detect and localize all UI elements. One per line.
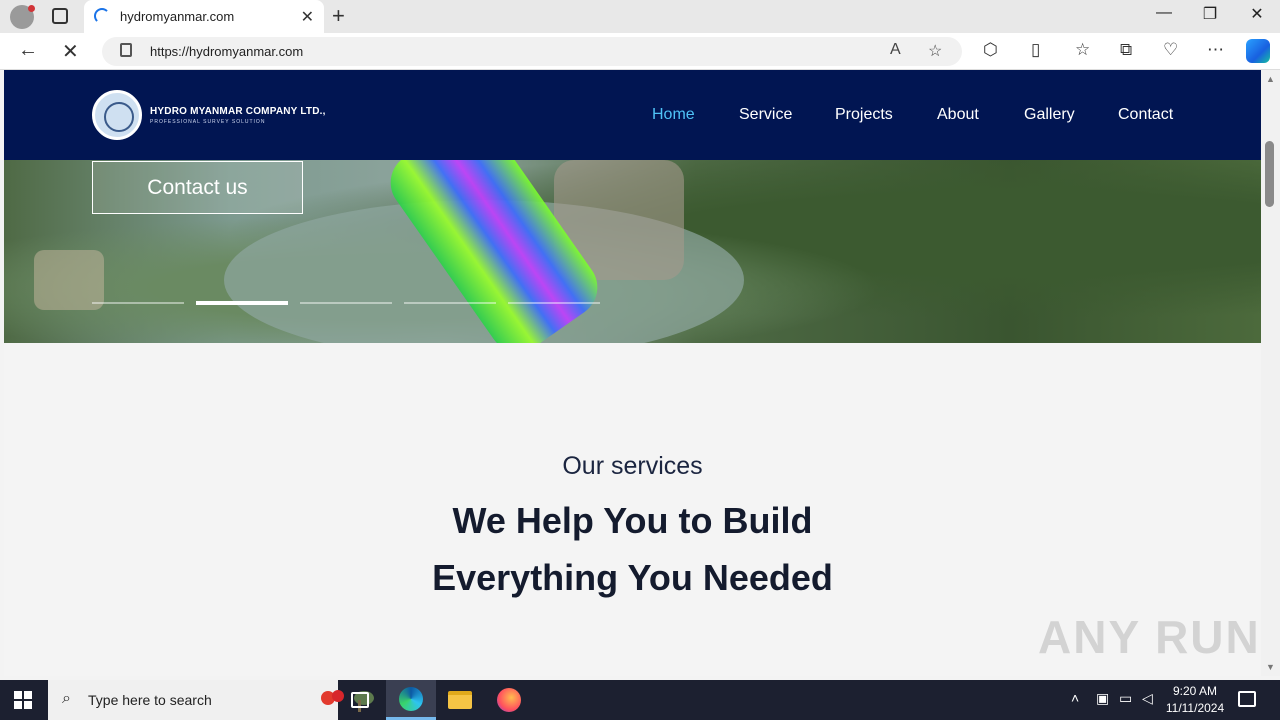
company-tagline: PROFESSIONAL SURVEY SOLUTION [150,119,266,125]
back-arrow-icon[interactable]: ← [18,39,38,62]
browser-tab-bar: hydromyanmar.com ✕ + — ❐ ✕ [0,0,1280,33]
folder-icon [448,691,472,709]
read-aloud-icon[interactable]: A [890,41,901,59]
lock-icon[interactable] [120,43,132,57]
company-name: HYDRO MYANMAR COMPANY LTD., [150,106,326,117]
nav-about[interactable]: About [937,106,979,124]
restore-button[interactable]: ❐ [1187,4,1233,24]
task-view-button[interactable] [335,680,385,720]
browser-essentials-icon[interactable]: ♡ [1163,40,1178,60]
tab-actions-icon[interactable] [52,8,68,24]
page-viewport: Contact us HYDRO MYANMAR COMPANY LTD., P… [4,70,1261,676]
volume-icon[interactable]: ◁ [1142,690,1153,707]
search-icon: ⌕ [62,690,71,707]
favorite-star-icon[interactable]: ☆ [928,41,942,61]
nav-service[interactable]: Service [739,106,792,124]
close-tab-icon[interactable]: ✕ [301,7,314,27]
anyrun-watermark: ANY RUN [1038,611,1261,663]
loading-spinner-icon [94,8,110,24]
windows-taskbar: ⌕ Type here to search ˄ ▣ ▭ ◁ 9:20 AM 11… [0,680,1280,720]
contact-us-button[interactable]: Contact us [92,161,303,214]
favorites-icon[interactable]: ☆ [1075,40,1090,60]
file-explorer-taskbar-button[interactable] [435,680,485,720]
tab-title: hydromyanmar.com [120,9,235,24]
extensions-icon[interactable]: ⬡ [983,40,998,60]
collections-icon[interactable]: ⧉ [1120,40,1132,60]
clock-time: 9:20 AM [1172,684,1218,698]
more-menu-icon[interactable]: ⋯ [1207,40,1224,60]
windows-start-icon[interactable] [14,691,32,709]
device-icon[interactable]: ▣ [1096,690,1109,707]
stop-loading-icon[interactable]: ✕ [62,39,79,64]
hero-slider: Contact us [4,160,1261,343]
page-scrollbar[interactable]: ▲ ▼ [1261,70,1280,676]
new-tab-button[interactable]: + [332,3,345,29]
slide-indicator[interactable] [508,302,600,304]
task-view-icon [351,692,369,708]
network-icon[interactable]: ▭ [1119,690,1132,707]
notification-center-icon[interactable] [1238,691,1256,707]
hero-structure-area [34,250,104,310]
browser-tab[interactable]: hydromyanmar.com ✕ [84,0,324,33]
slide-indicator[interactable] [300,302,392,304]
address-bar[interactable]: https://hydromyanmar.com A ☆ [102,37,962,66]
nav-home[interactable]: Home [652,106,695,124]
scroll-up-icon[interactable]: ▲ [1266,74,1275,84]
company-logo[interactable] [92,90,142,140]
edge-icon [399,686,423,711]
edge-taskbar-button[interactable] [386,680,436,720]
show-hidden-icons-chevron-icon[interactable]: ˄ [1071,690,1079,706]
services-subtitle: Our services [562,452,703,480]
slide-indicator-active[interactable] [196,301,288,305]
scroll-down-icon[interactable]: ▼ [1266,662,1275,672]
copilot-icon[interactable] [1246,39,1270,63]
services-heading-line1: We Help You to Build [452,500,813,541]
taskbar-search-box[interactable]: ⌕ Type here to search [48,680,374,720]
minimize-button[interactable]: — [1141,4,1187,22]
nav-gallery[interactable]: Gallery [1024,106,1075,124]
slide-indicator[interactable] [404,302,496,304]
system-clock[interactable]: 9:20 AM 11/11/2024 [1160,683,1230,717]
services-heading: We Help You to Build Everything You Need… [4,492,1261,606]
site-header: HYDRO MYANMAR COMPANY LTD., PROFESSIONAL… [4,70,1261,160]
slide-indicator[interactable] [92,302,184,304]
services-heading-line2: Everything You Needed [432,557,833,598]
nav-projects[interactable]: Projects [835,106,893,124]
close-window-button[interactable]: ✕ [1234,4,1280,24]
firefox-icon [497,688,521,712]
nav-contact[interactable]: Contact [1118,106,1173,124]
profile-notification-dot [28,5,35,12]
search-placeholder[interactable]: Type here to search [88,692,212,708]
split-screen-icon[interactable]: ▯ [1031,40,1040,60]
firefox-taskbar-button[interactable] [484,680,534,720]
clock-date: 11/11/2024 [1165,701,1225,715]
browser-toolbar: ← ✕ https://hydromyanmar.com A ☆ ⬡ ▯ ☆ ⧉… [0,33,1280,70]
scrollbar-thumb[interactable] [1265,141,1274,207]
url-text[interactable]: https://hydromyanmar.com [150,44,303,59]
